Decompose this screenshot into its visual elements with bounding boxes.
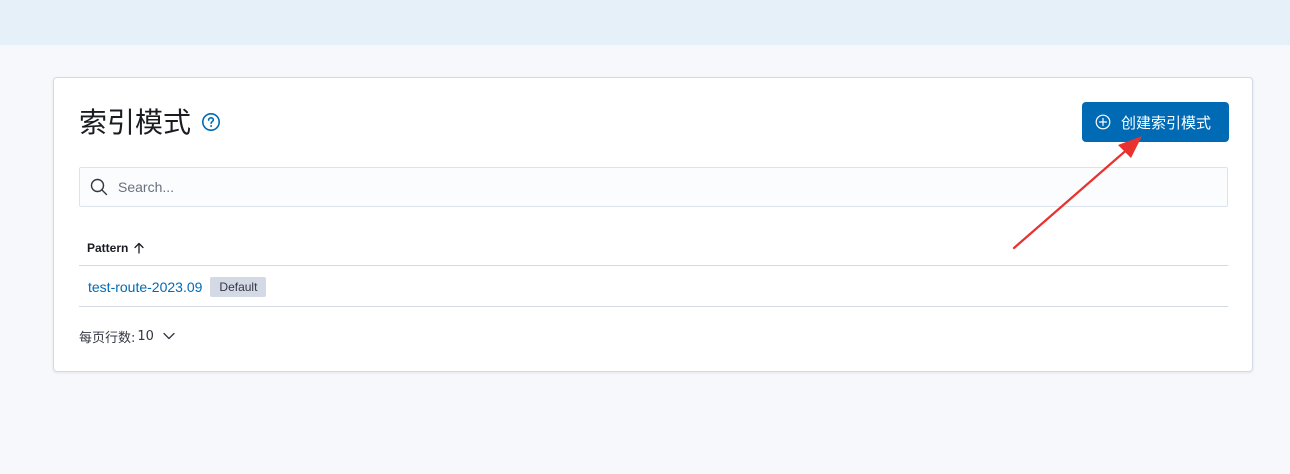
search-box: [79, 167, 1228, 207]
rows-per-page-selector[interactable]: 每页行数: 10: [79, 326, 176, 346]
top-header-band: [0, 0, 1290, 45]
search-icon: [90, 178, 108, 196]
default-badge: Default: [210, 276, 267, 297]
sort-up-arrow-icon: [133, 242, 145, 254]
column-header-label: Pattern: [87, 241, 129, 255]
rows-per-page-value: 10: [137, 328, 154, 344]
page-title: 索引模式: [79, 106, 192, 139]
rows-per-page-label: 每页行数:: [79, 330, 136, 346]
create-index-pattern-button[interactable]: 创建索引模式: [1082, 102, 1229, 142]
plus-circle-icon: [1095, 114, 1111, 130]
question-circle-icon[interactable]: [201, 112, 221, 132]
index-pattern-link[interactable]: test-route-2023.09: [88, 279, 202, 295]
table-header: Pattern: [79, 231, 1228, 266]
search-input[interactable]: [118, 169, 1227, 205]
column-header-pattern[interactable]: Pattern: [87, 241, 145, 255]
index-patterns-panel: 索引模式 创建索引模式 Pattern: [53, 77, 1253, 372]
create-button-label: 创建索引模式: [1121, 113, 1212, 132]
table-row: test-route-2023.09 Default: [79, 267, 1228, 307]
chevron-down-icon: [162, 329, 176, 343]
